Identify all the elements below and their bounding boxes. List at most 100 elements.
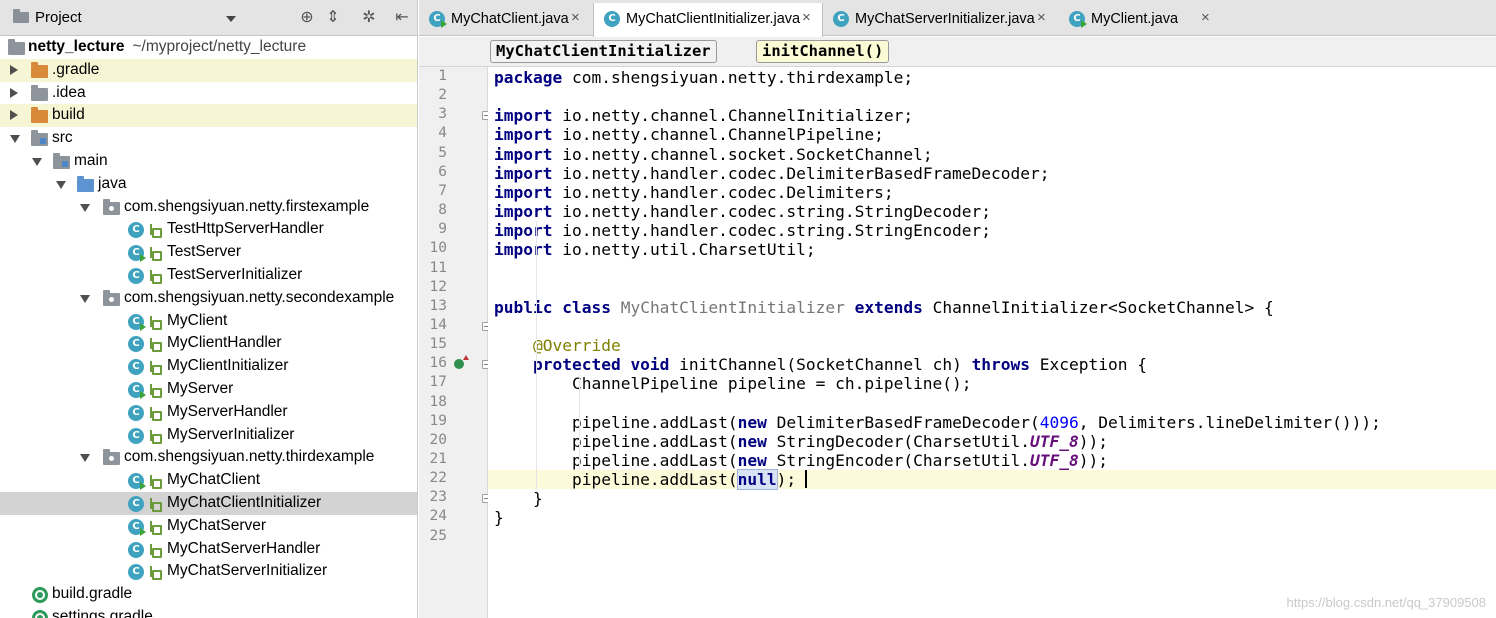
expand-arrow-icon[interactable] <box>10 110 18 121</box>
line-number: 13 <box>429 297 447 314</box>
tree-item-mychatclient[interactable]: C MyChatClient <box>0 469 417 492</box>
project-view-title[interactable]: Project <box>35 9 82 26</box>
code-editor[interactable]: package com.shengsiyuan.netty.thirdexamp… <box>488 67 1496 618</box>
scroll-from-source-icon[interactable]: ⊕ <box>297 8 317 28</box>
code-line: } <box>494 508 504 528</box>
tree-item--gradle[interactable]: .gradle <box>0 58 417 82</box>
tree-item-testserver[interactable]: C TestServer <box>0 241 417 264</box>
public-access-icon <box>150 361 162 376</box>
breadcrumb-method[interactable]: initChannel() <box>756 40 890 63</box>
project-toolbar: Project ⊕ ⇕ ✲ ⇤ <box>0 0 417 36</box>
collapse-arrow-icon[interactable] <box>10 135 20 144</box>
close-tab-icon[interactable]: × <box>802 9 811 26</box>
code-line: public class MyChatClientInitializer ext… <box>494 297 1274 317</box>
project-folder-icon <box>13 9 29 23</box>
package-icon <box>103 449 120 466</box>
tree-item-main[interactable]: main <box>0 150 417 173</box>
gradle-file-icon <box>32 587 48 604</box>
override-method-icon[interactable] <box>454 355 469 370</box>
public-access-icon <box>150 270 162 284</box>
code-line: import io.netty.handler.codec.DelimiterB… <box>494 163 1050 183</box>
line-number: 3 <box>438 106 447 123</box>
expand-arrow-icon[interactable] <box>10 87 18 98</box>
public-access-icon <box>150 520 162 535</box>
collapse-arrow-icon[interactable] <box>80 454 90 463</box>
collapse-arrow-icon[interactable] <box>80 203 90 212</box>
tree-item-myclienthandler[interactable]: C MyClientHandler <box>0 332 417 355</box>
tree-item-build[interactable]: build <box>0 104 417 128</box>
tree-item--idea[interactable]: .idea <box>0 82 417 105</box>
tree-item-mychatserverinitializer[interactable]: C MyChatServerInitializer <box>0 560 417 583</box>
java-class-icon: C <box>128 564 144 581</box>
tab-mychatclientinitializer-java[interactable]: C MyChatClientInitializer.java × <box>593 3 823 37</box>
line-number: 9 <box>438 221 447 238</box>
folder-icon <box>31 84 48 101</box>
tree-item-myserverinitializer[interactable]: C MyServerInitializer <box>0 424 417 447</box>
folder-icon <box>31 130 48 147</box>
collapse-arrow-icon[interactable] <box>80 294 90 303</box>
java-class-icon: C <box>128 541 144 558</box>
tree-item-label: settings.gradle <box>52 608 153 618</box>
tree-item-label: MyChatServerInitializer <box>167 562 328 580</box>
tree-item-label: com.shengsiyuan.netty.thirdexample <box>124 448 375 466</box>
line-number: 12 <box>429 278 447 295</box>
line-number-gutter: 1 2 3 4 5 6 7 8 9 10 11 12 13 14 15 16 17 18 19 20 21 22 23 24 2… <box>419 67 491 618</box>
tree-item-com-shengsiyuan-netty-secondexample[interactable]: com.shengsiyuan.netty.secondexample <box>0 287 417 310</box>
tree-item-testhttpserverhandler[interactable]: C TestHttpServerHandler <box>0 218 417 241</box>
collapse-all-icon[interactable]: ⇕ <box>323 8 343 28</box>
code-line: import io.netty.handler.codec.Delimiters… <box>494 182 894 202</box>
tree-item-build-gradle[interactable]: build.gradle <box>0 583 417 606</box>
public-access-icon <box>150 498 162 512</box>
close-tab-icon[interactable]: × <box>1037 9 1046 26</box>
line-number: 2 <box>438 87 447 104</box>
tab-mychatserverinitializer-java[interactable]: C MyChatServerInitializer.java × <box>823 3 1059 36</box>
tree-item-com-shengsiyuan-netty-thirdexample[interactable]: com.shengsiyuan.netty.thirdexample <box>0 446 417 469</box>
line-number: 18 <box>429 393 447 410</box>
tree-item-mychatserver[interactable]: C MyChatServer <box>0 515 417 538</box>
tree-item-com-shengsiyuan-netty-firstexample[interactable]: com.shengsiyuan.netty.firstexample <box>0 196 417 219</box>
tree-item-netty-lecture[interactable]: netty_lecture ~/myproject/netty_lecture <box>0 36 417 59</box>
folder-icon <box>53 153 70 169</box>
tree-item-myserverhandler[interactable]: C MyServerHandler <box>0 401 417 424</box>
excluded-folder-icon <box>31 107 48 124</box>
java-class-icon: C <box>128 245 146 263</box>
breadcrumb-class[interactable]: MyChatClientInitializer <box>490 40 717 63</box>
collapse-arrow-icon[interactable] <box>32 158 42 166</box>
folder-icon <box>8 39 25 55</box>
line-number: 17 <box>429 374 447 391</box>
java-class-icon: C <box>128 382 146 399</box>
tree-item-label: TestServerInitializer <box>167 266 303 283</box>
collapse-arrow-icon[interactable] <box>56 180 66 189</box>
code-line: import io.netty.handler.codec.string.Str… <box>494 202 992 222</box>
tab-label: MyChatServerInitializer.java <box>855 11 1035 27</box>
public-access-icon <box>150 247 162 262</box>
tree-item-mychatserverhandler[interactable]: C MyChatServerHandler <box>0 538 417 561</box>
tree-item-settings-gradle[interactable]: settings.gradle <box>0 606 417 618</box>
tree-item-label: MyChatClient <box>167 471 261 489</box>
expand-arrow-icon[interactable] <box>10 64 18 75</box>
tree-item-java[interactable]: java <box>0 173 417 196</box>
line-number: 1 <box>438 68 447 84</box>
public-access-icon <box>150 543 162 558</box>
view-dropdown-chevron-icon[interactable] <box>226 16 236 22</box>
tree-item-label: .gradle <box>52 60 100 78</box>
tree-item-testserverinitializer[interactable]: C TestServerInitializer <box>0 264 417 287</box>
tab-mychatclient-java[interactable]: C MyChatClient.java × <box>419 3 593 36</box>
tab-myclient-java[interactable]: C MyClient.java × <box>1059 3 1223 36</box>
breadcrumb: MyChatClientInitializer initChannel() <box>419 37 1496 67</box>
close-tab-icon[interactable]: × <box>571 9 580 26</box>
tree-item-myserver[interactable]: C MyServer <box>0 378 417 401</box>
hide-panel-icon[interactable]: ⇤ <box>392 8 412 28</box>
close-tab-icon[interactable]: × <box>1201 9 1210 26</box>
code-line: pipeline.addLast(new StringEncoder(Chars… <box>494 451 1109 470</box>
code-line: import io.netty.handler.codec.string.Str… <box>494 221 992 241</box>
settings-gear-icon[interactable]: ✲ <box>359 8 379 28</box>
tree-item-src[interactable]: src <box>0 127 417 150</box>
line-number: 21 <box>429 451 447 467</box>
tree-item-myclient[interactable]: C MyClient <box>0 310 417 333</box>
tree-item-myclientinitializer[interactable]: C MyClientInitializer <box>0 355 417 378</box>
line-number: 20 <box>429 431 447 448</box>
tree-item-mychatclientinitializer[interactable]: C MyChatClientInitializer <box>0 492 417 515</box>
line-number: 15 <box>429 336 447 353</box>
editor-tab-bar: C MyChatClient.java × C MyChatClientInitiali… <box>419 0 1496 37</box>
